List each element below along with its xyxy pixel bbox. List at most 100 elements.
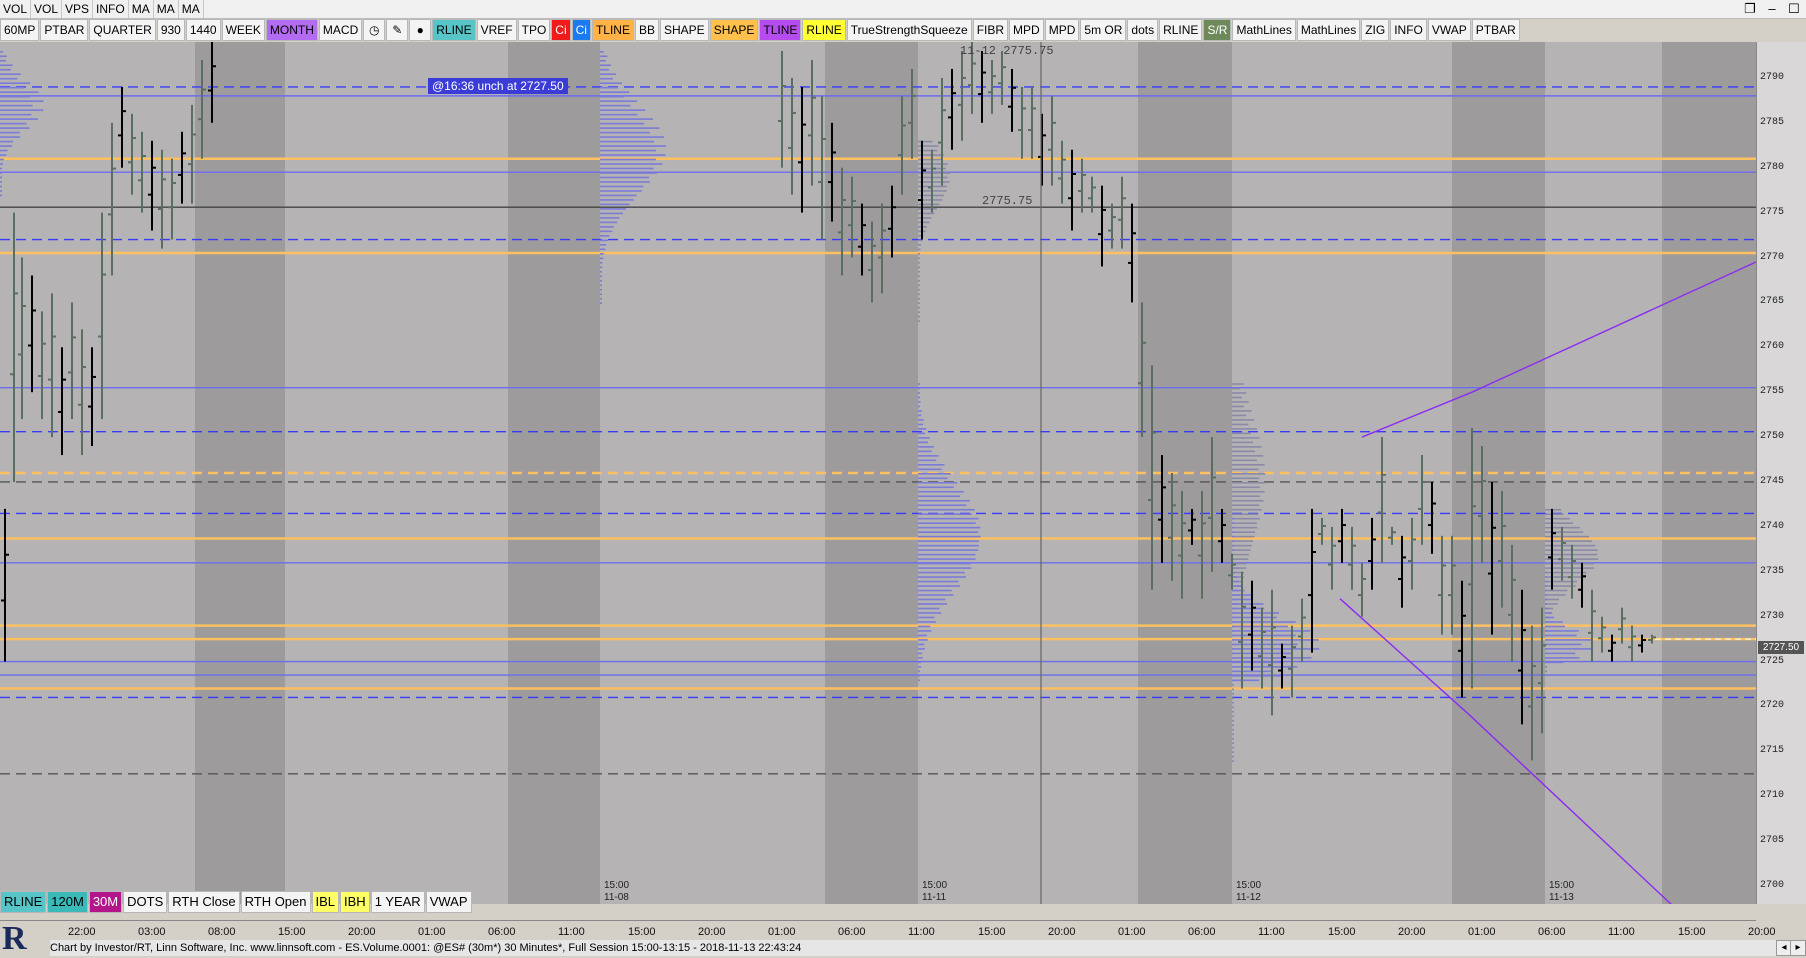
menu-item-vol[interactable]: VOL	[31, 0, 63, 18]
toolbar-rline-button[interactable]: RLINE	[802, 19, 846, 41]
current-price-marker: 2727.50	[1758, 641, 1804, 654]
toolbar-1440-button[interactable]: 1440	[185, 19, 221, 41]
time-tick: 11:00	[558, 926, 585, 938]
time-tick: 01:00	[768, 926, 796, 938]
toolbar-shape-button[interactable]: SHAPE	[660, 19, 709, 41]
price-tick: 2700	[1760, 880, 1785, 892]
minimize-icon[interactable]: –	[1762, 0, 1782, 18]
bottom-120m-button[interactable]: 120M	[47, 891, 88, 913]
maximize-icon[interactable]: ☐	[1784, 0, 1804, 18]
price-tick: 2710	[1760, 790, 1785, 802]
toolbar-vref-button[interactable]: VREF	[476, 19, 517, 41]
toolbar-dots-button[interactable]: dots	[1127, 19, 1159, 41]
toolbar-tline-button[interactable]: TLINE	[591, 19, 634, 41]
clock-icon[interactable]: ◷	[363, 19, 386, 41]
toolbar-week-button[interactable]: WEEK	[221, 19, 265, 41]
time-tick: 11:00	[908, 926, 935, 938]
bottom-rth-open-button[interactable]: RTH Open	[240, 891, 311, 913]
toolbar-month-button[interactable]: MONTH	[265, 19, 318, 41]
session-band	[1662, 42, 1756, 904]
restore-icon[interactable]: ❐	[1740, 0, 1760, 18]
menu-bar: VOL VOL VPS INFO MA MA MA	[0, 0, 1806, 19]
price-tick: 2750	[1760, 431, 1785, 443]
price-tick: 2715	[1760, 745, 1785, 757]
chart-canvas[interactable]: 2775.7511-12 2775.7515:0011-0815:0011-11…	[0, 42, 1757, 923]
time-tick: 20:00	[1048, 926, 1076, 938]
price-tick: 2740	[1760, 520, 1785, 532]
toolbar-bb-button[interactable]: BB	[634, 19, 659, 41]
session-time-label: 15:00	[604, 880, 629, 891]
session-time-label: 15:00	[922, 880, 947, 891]
toolbar-mpd-button[interactable]: MPD	[1044, 19, 1080, 41]
toolbar-zig-button[interactable]: ZIG	[1361, 19, 1390, 41]
toolbar-mpd-button[interactable]: MPD	[1009, 19, 1044, 41]
time-tick: 11:00	[1608, 926, 1635, 938]
toolbar-ptbar-button[interactable]: PTBAR	[40, 19, 89, 41]
session-date-label: 11-12	[1236, 892, 1261, 903]
pencil-icon[interactable]: ✎	[386, 19, 409, 41]
record-icon[interactable]: ●	[409, 19, 432, 41]
toolbar-rline-button[interactable]: RLINE	[432, 19, 476, 41]
session-time-label: 15:00	[1236, 880, 1261, 891]
toolbar-mathlines-button[interactable]: MathLines	[1296, 19, 1361, 41]
time-tick: 15:00	[978, 926, 1006, 938]
bottom-ibh-button[interactable]: IBH	[340, 891, 370, 913]
toolbar-s-r-button[interactable]: S/R	[1203, 19, 1232, 41]
price-tick: 2705	[1760, 835, 1785, 847]
toolbar-tpo-button[interactable]: TPO	[517, 19, 551, 41]
toolbar-vwap-button[interactable]: VWAP	[1427, 19, 1471, 41]
toolbar-5m-or-button[interactable]: 5m OR	[1080, 19, 1127, 41]
menu-item-vol[interactable]: VOL	[0, 0, 32, 18]
session-time-label: 15:00	[1549, 880, 1574, 891]
session-date-label: 11-13	[1549, 892, 1574, 903]
time-tick: 06:00	[1538, 926, 1566, 938]
toolbar-truestrengthsqueeze-button[interactable]: TrueStrengthSqueeze	[846, 19, 972, 41]
menu-item-ma[interactable]: MA	[154, 0, 179, 18]
toolbar-ci-button[interactable]: Ci	[571, 19, 591, 41]
menu-item-info[interactable]: INFO	[93, 0, 129, 18]
time-tick: 20:00	[698, 926, 726, 938]
time-tick: 15:00	[278, 926, 306, 938]
bottom-dots-button[interactable]: DOTS	[123, 891, 168, 913]
price-tick: 2785	[1760, 116, 1785, 128]
menu-item-vps[interactable]: VPS	[62, 0, 94, 18]
price-tick: 2725	[1760, 655, 1785, 667]
bottom-rth-close-button[interactable]: RTH Close	[168, 891, 240, 913]
price-tick: 2755	[1760, 386, 1785, 398]
bottom-vwap-button[interactable]: VWAP	[425, 891, 472, 913]
time-tick: 22:00	[68, 926, 96, 938]
toolbar-shape-button[interactable]: SHAPE	[709, 19, 759, 41]
toolbar-quarter-button[interactable]: QUARTER	[89, 19, 156, 41]
time-tick: 08:00	[208, 926, 236, 938]
bottom-30m-button[interactable]: 30M	[88, 891, 123, 913]
scroll-right-icon[interactable]: ▸	[1790, 940, 1806, 956]
toolbar-930-button[interactable]: 930	[156, 19, 185, 41]
price-tick: 2735	[1760, 565, 1785, 577]
menu-item-ma[interactable]: MA	[179, 0, 204, 18]
bottom-ibl-button[interactable]: IBL	[311, 891, 340, 913]
time-tick: 15:00	[1328, 926, 1356, 938]
price-tick: 2770	[1760, 251, 1785, 263]
toolbar-ptbar-button[interactable]: PTBAR	[1471, 19, 1520, 41]
price-tick: 2790	[1760, 71, 1785, 83]
bottom-rline-button[interactable]: RLINE	[0, 891, 47, 913]
toolbar-60mp-button[interactable]: 60MP	[0, 19, 40, 41]
bottom-1-year-button[interactable]: 1 YEAR	[370, 891, 425, 913]
price-chart[interactable]: 2775.75 11-12 2775.75 15:00 11-08 15:00 11-11…	[0, 42, 1757, 923]
time-tick: 20:00	[1748, 926, 1776, 938]
price-tick: 2720	[1760, 700, 1785, 712]
toolbar-tline-button[interactable]: TLINE	[759, 19, 802, 41]
toolbar-info-button[interactable]: INFO	[1390, 19, 1427, 41]
menu-item-ma[interactable]: MA	[129, 0, 154, 18]
status-bar: Chart by Investor/RT, Linn Software, Inc…	[50, 940, 1806, 956]
toolbar-mathlines-button[interactable]: MathLines	[1232, 19, 1296, 41]
time-tick: 01:00	[1118, 926, 1146, 938]
time-tick: 01:00	[418, 926, 446, 938]
toolbar-macd-button[interactable]: MACD	[318, 19, 363, 41]
price-tick: 2745	[1760, 475, 1785, 487]
toolbar-rline-button[interactable]: RLINE	[1159, 19, 1203, 41]
toolbar-ci-button[interactable]: Ci	[551, 19, 571, 41]
price-tick: 2765	[1760, 296, 1785, 308]
toolbar-fibr-button[interactable]: FIBR	[972, 19, 1009, 41]
price-level-label-top: 11-12 2775.75	[960, 44, 1054, 58]
